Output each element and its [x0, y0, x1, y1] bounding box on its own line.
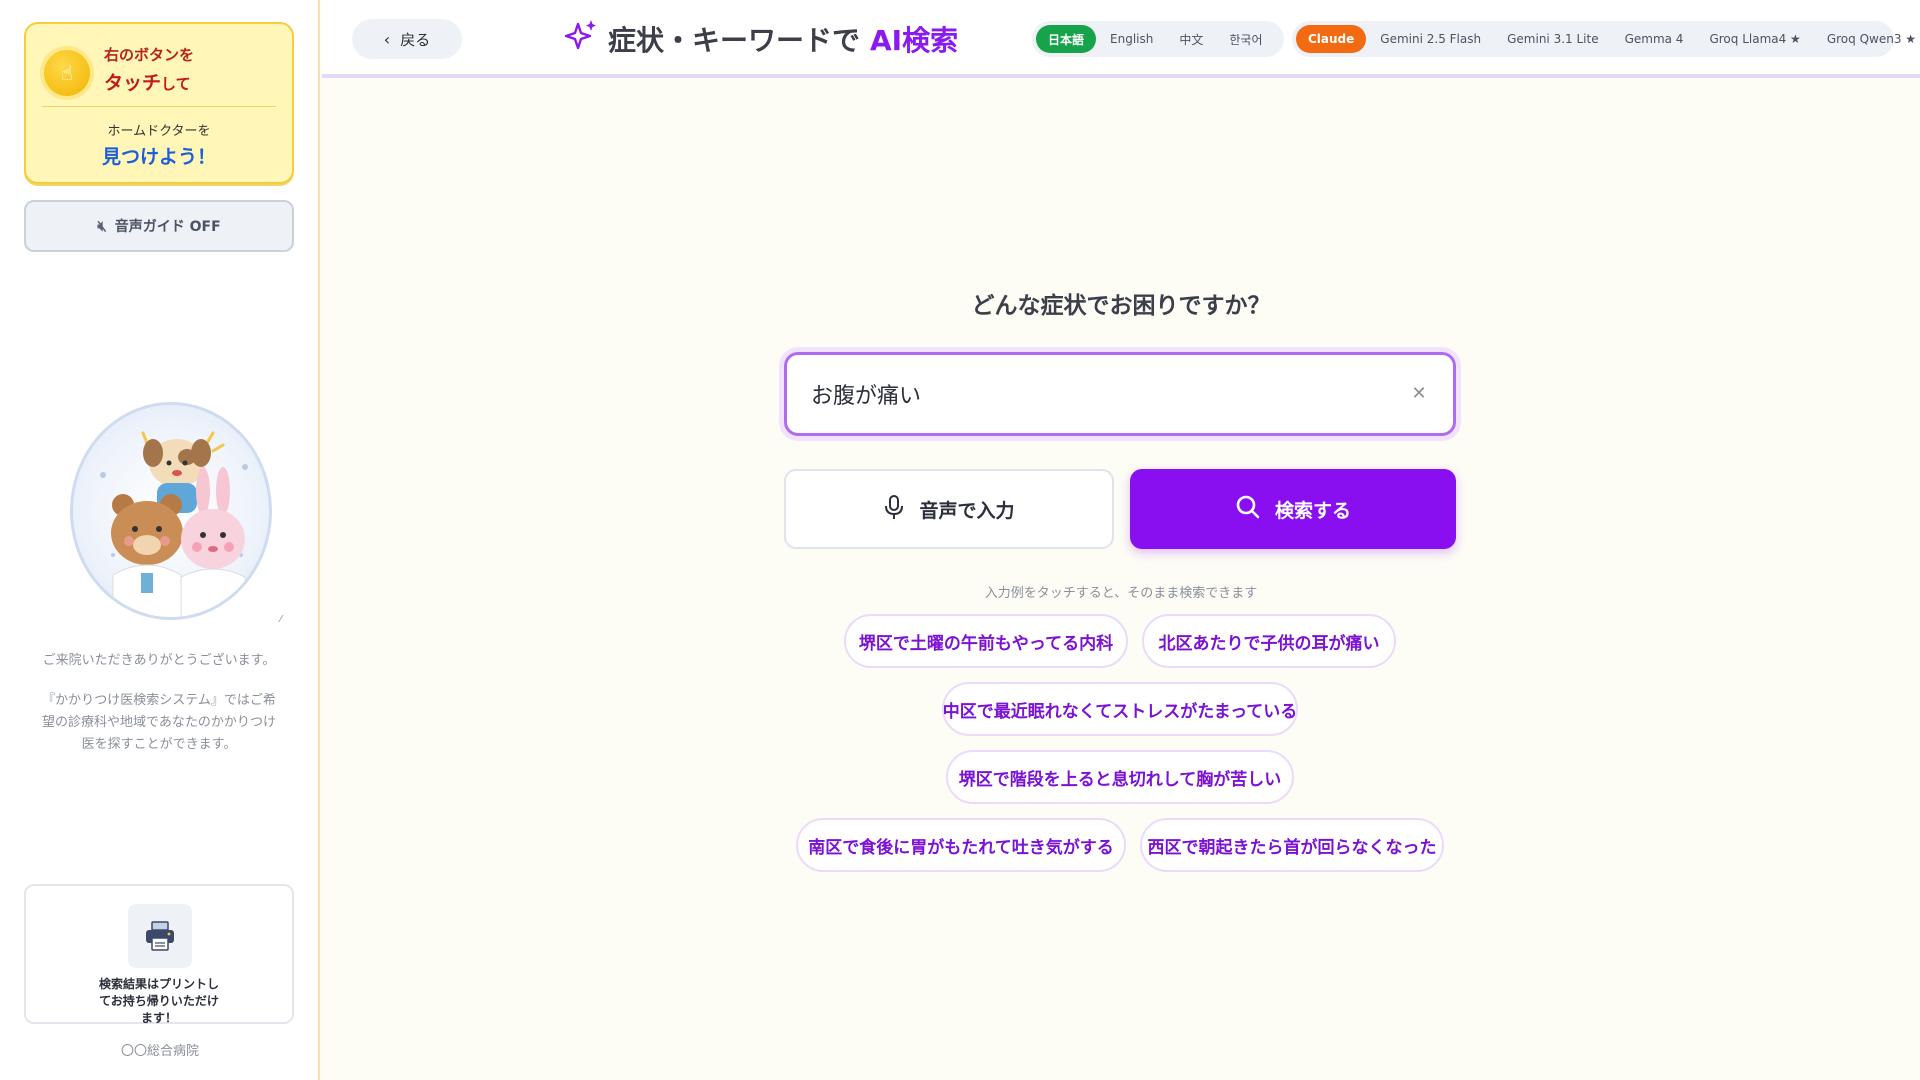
- page-title-ai: AI検索: [870, 23, 959, 57]
- print-info-label: 検索結果はプリントしてお持ち帰りいただけます！: [98, 977, 219, 1025]
- example-chip[interactable]: 中区で最近眠れなくてストレスがたまっている: [942, 682, 1298, 736]
- example-chip[interactable]: 南区で食後に胃がもたれて吐き気がする: [796, 818, 1126, 872]
- sparkle-icon: [564, 18, 598, 59]
- pointing-hand-icon: ☝: [44, 50, 90, 96]
- welcome-message: ご来院いただきありがとうございます。 『かかりつけ医検索システム』ではご希望の診…: [36, 650, 282, 756]
- print-info-text: 検索結果はプリントしてお持ち帰りいただけます！: [26, 976, 292, 1026]
- touch-guide-touch-word: タッチ: [104, 72, 162, 94]
- page-title: 症状・キーワードで AI検索: [564, 18, 958, 59]
- language-option-en[interactable]: English: [1098, 25, 1165, 53]
- example-chip[interactable]: 堺区で土曜の午前もやってる内科: [844, 614, 1128, 668]
- sidebar: ☝ 右のボタンを タッチして ホームドクターを 見つけよう！ 🔇︎ 音声ガイド …: [0, 0, 320, 1080]
- illustration-mark: ⁄: [280, 614, 282, 625]
- language-option-ja[interactable]: 日本語: [1036, 25, 1097, 53]
- back-button-label: 戻る: [400, 30, 431, 49]
- example-chip[interactable]: 北区あたりで子供の耳が痛い: [1142, 614, 1396, 668]
- language-option-ko[interactable]: 한국어: [1217, 25, 1274, 53]
- search-icon: [1235, 494, 1261, 525]
- language-option-zh[interactable]: 中文: [1167, 25, 1215, 53]
- example-chip[interactable]: 堺区で階段を上ると息切れして胸が苦しい: [946, 750, 1294, 804]
- touch-guide-line1: 右のボタンを: [104, 46, 195, 64]
- touch-guide-touch-suffix: して: [161, 75, 191, 93]
- welcome-paragraph-1: ご来院いただきありがとうございます。: [42, 653, 276, 668]
- model-selector: Claude Gemini 2.5 Flash Gemini 3.1 Lite …: [1292, 21, 1916, 57]
- voice-input-label: 音声で入力: [919, 499, 1015, 522]
- touch-guide-line3: ホームドクターを: [107, 124, 211, 139]
- model-option-gemini-lite[interactable]: Gemini 3.1 Lite: [1495, 25, 1610, 53]
- example-hint: 入力例をタッチすると、そのまま検索できます: [984, 586, 1258, 601]
- search-button[interactable]: 検索する: [1130, 469, 1456, 549]
- model-option-gemini-flash[interactable]: Gemini 2.5 Flash: [1368, 25, 1493, 53]
- model-option-groq-llama[interactable]: Groq Llama4 ★: [1697, 25, 1812, 53]
- top-header: ‹ 戻る 症状・キーワードで AI検索 日本語 English 中文 한국어 C…: [322, 0, 1920, 78]
- page-title-main: 症状・キーワードで: [608, 23, 861, 57]
- print-info-card: 検索結果はプリントしてお持ち帰りいただけます！: [24, 884, 294, 1026]
- voice-input-button[interactable]: 音声で入力: [784, 469, 1114, 549]
- chevron-left-icon: ‹: [383, 29, 391, 49]
- touch-guide-line2: タッチして: [104, 68, 191, 95]
- model-option-gemma[interactable]: Gemma 4: [1613, 25, 1696, 53]
- language-selector: 日本語 English 中文 한국어: [1032, 21, 1284, 57]
- doctor-animals-illustration: [70, 402, 272, 620]
- speaker-muted-icon: 🔇︎: [97, 217, 107, 235]
- example-chip[interactable]: 西区で朝起きたら首が回らなくなった: [1140, 818, 1444, 872]
- back-button[interactable]: ‹ 戻る: [352, 19, 462, 59]
- printer-icon: [128, 904, 192, 968]
- hospital-name: 〇〇総合病院: [120, 1044, 199, 1059]
- search-box: ✕: [784, 352, 1456, 436]
- voice-guide-label: 音声ガイド OFF: [114, 219, 221, 235]
- model-option-groq-qwen[interactable]: Groq Qwen3 ★: [1815, 25, 1920, 53]
- symptom-question: どんな症状でお困りですか？: [971, 293, 1271, 319]
- search-button-label: 検索する: [1274, 499, 1351, 522]
- model-option-claude[interactable]: Claude: [1296, 25, 1367, 53]
- welcome-paragraph-2: 『かかりつけ医検索システム』ではご希望の診療科や地域であなたのかかりつけ医を探す…: [41, 693, 276, 753]
- touch-guide-line4: 見つけよう！: [101, 146, 216, 168]
- search-input[interactable]: [811, 355, 1371, 433]
- close-icon[interactable]: ✕: [1407, 381, 1431, 405]
- voice-guide-toggle[interactable]: 🔇︎ 音声ガイド OFF: [24, 200, 294, 252]
- touch-guide-divider: [42, 106, 276, 107]
- touch-guide-card: ☝ 右のボタンを タッチして ホームドクターを 見つけよう！: [24, 22, 294, 184]
- microphone-icon: [883, 494, 905, 525]
